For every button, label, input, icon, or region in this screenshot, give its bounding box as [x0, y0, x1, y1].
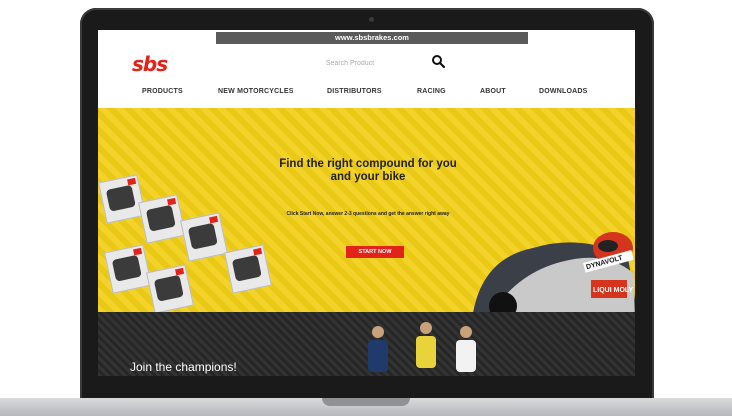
- hero-subtitle: Click Start Now, answer 2-3 questions an…: [286, 211, 450, 217]
- brake-pad-box: [104, 244, 152, 294]
- brake-pad-box: [98, 174, 146, 224]
- brake-pad-box: [180, 212, 228, 262]
- sponsor-label-liqui-moly: LIQUI MOLY: [593, 287, 634, 294]
- hero-title: Find the right compound for you and your…: [279, 158, 457, 183]
- hero-banner: Find the right compound for you and your…: [98, 108, 635, 312]
- sbs-logo[interactable]: sbs: [132, 52, 168, 76]
- rider-portrait: [368, 326, 388, 372]
- browser-screen: www.sbsbrakes.com sbs PRODUCTS NEW MOTOR…: [98, 30, 635, 376]
- rider-portrait: [456, 326, 476, 372]
- camera-icon: [369, 17, 374, 22]
- nav-item-downloads[interactable]: DOWNLOADS: [539, 88, 587, 95]
- laptop-base-notch: [322, 398, 410, 406]
- motorcycle-rider-image: DYNAVOLT LIQUI MOLY: [473, 232, 635, 312]
- brake-pad-box: [224, 244, 272, 294]
- champions-title: Join the champions!: [130, 360, 237, 374]
- search-icon[interactable]: [431, 54, 445, 68]
- nav-item-distributors[interactable]: DISTRIBUTORS: [327, 88, 382, 95]
- nav-item-about[interactable]: ABOUT: [480, 88, 506, 95]
- url-bar[interactable]: www.sbsbrakes.com: [216, 32, 528, 44]
- brake-pad-box: [146, 264, 194, 312]
- rider-portrait: [416, 322, 436, 368]
- nav-item-new-motorcycles[interactable]: NEW MOTORCYCLES: [218, 88, 294, 95]
- main-nav: PRODUCTS NEW MOTORCYCLES DISTRIBUTORS RA…: [98, 88, 635, 100]
- search-input[interactable]: [298, 55, 402, 71]
- brake-pad-box: [138, 194, 186, 244]
- nav-item-products[interactable]: PRODUCTS: [142, 88, 183, 95]
- nav-item-racing[interactable]: RACING: [417, 88, 446, 95]
- start-now-button[interactable]: START NOW: [346, 246, 404, 258]
- champions-banner[interactable]: Join the champions!: [98, 312, 635, 376]
